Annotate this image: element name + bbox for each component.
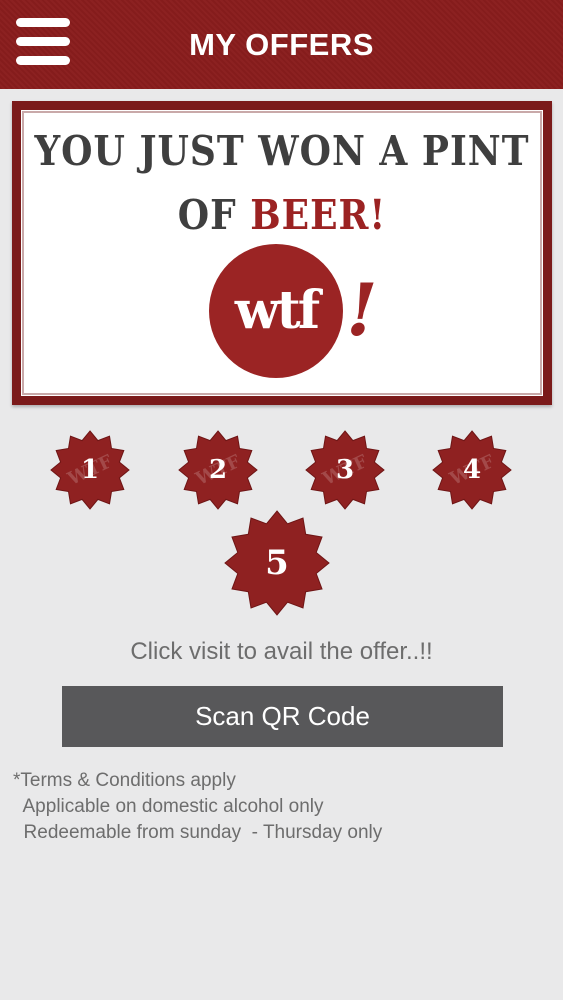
- offer-banner-card: YOU JUST WON A PINT OF BEER! wtf !: [21, 110, 543, 396]
- terms-line-1: *Terms & Conditions apply: [13, 770, 236, 791]
- offer-headline-prefix: OF: [177, 190, 251, 240]
- app-header: MY OFFERS: [0, 0, 563, 89]
- wtf-logo-exclamation: !: [346, 267, 378, 352]
- page-title: MY OFFERS: [189, 27, 374, 62]
- wtf-logo: wtf: [209, 244, 343, 378]
- stamp-2[interactable]: WTF 2: [176, 430, 260, 510]
- stamp-number: 4: [462, 455, 482, 485]
- offer-headline-line1: YOU JUST WON A PINT: [34, 126, 530, 176]
- stamp-1[interactable]: WTF 1: [48, 430, 132, 510]
- hamburger-icon[interactable]: [14, 16, 72, 66]
- stamp-5[interactable]: 5: [222, 510, 332, 616]
- offer-headline-highlight: BEER!: [250, 190, 387, 240]
- terms-line-2: Applicable on domestic alcohol only: [13, 796, 324, 817]
- offer-banner: YOU JUST WON A PINT OF BEER! wtf !: [12, 101, 552, 405]
- stamp-number: 2: [208, 455, 228, 485]
- stamp-number: 3: [335, 455, 355, 485]
- stamp-3[interactable]: WTF 3: [303, 430, 387, 510]
- stamp-number: 5: [265, 543, 289, 583]
- stamp-number: 1: [80, 455, 100, 485]
- offer-headline-line2: OF BEER!: [21, 191, 543, 239]
- stamp-4[interactable]: WTF 4: [430, 430, 514, 510]
- terms-line-3: Redeemable from sunday - Thursday only: [13, 822, 383, 843]
- offer-instruction: Click visit to avail the offer..!!: [130, 638, 433, 665]
- terms-conditions: *Terms & Conditions apply Applicable on …: [13, 768, 382, 846]
- wtf-logo-text: wtf: [234, 280, 320, 341]
- scan-qr-button[interactable]: Scan QR Code: [62, 686, 503, 747]
